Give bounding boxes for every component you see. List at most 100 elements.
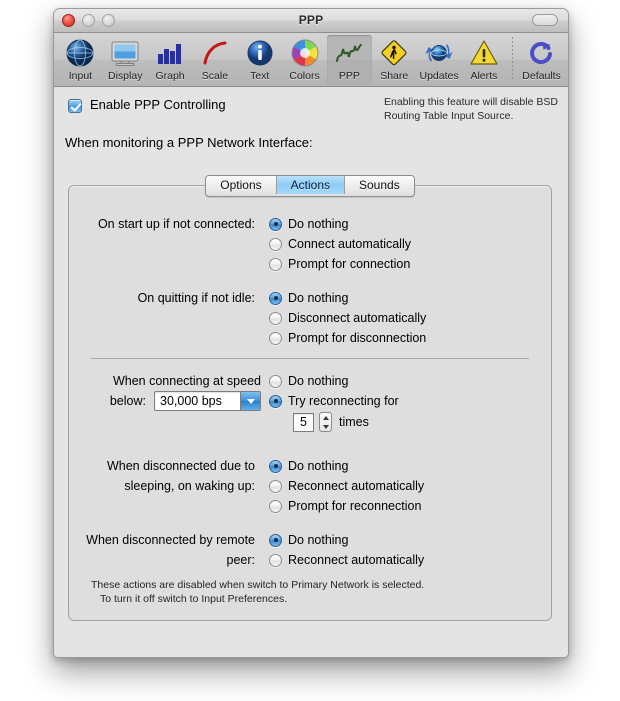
speed-threshold-value: 30,000 bps <box>160 394 222 408</box>
chevron-down-icon[interactable] <box>240 392 260 410</box>
toolbar-item-label: Share <box>380 70 409 82</box>
radio-peer-do-nothing[interactable] <box>269 533 282 547</box>
retry-count-input[interactable]: 5 <box>293 412 314 432</box>
tab-view: Options Actions Sounds On start up if no… <box>68 175 552 621</box>
toolbar-item-label: Scale <box>201 70 229 82</box>
ppp-preferences-window: PPP Input Display Graph Scale Text Color… <box>53 8 569 658</box>
radio-speed-try-reconnecting[interactable] <box>269 394 282 408</box>
retry-count-stepper[interactable] <box>319 412 332 432</box>
radio-row[interactable]: Reconnect automatically <box>269 476 424 496</box>
radio-quitting-prompt-for-disconnection[interactable] <box>269 331 282 345</box>
toolbar-item-share[interactable]: Share <box>372 35 417 85</box>
enable-ppp-checkbox[interactable] <box>68 99 82 113</box>
retry-count-row: 5 times <box>293 411 399 433</box>
toolbar-item-label: Input <box>68 70 93 82</box>
toolbar-item-graph[interactable]: Graph <box>148 35 193 85</box>
radio-row[interactable]: Reconnect automatically <box>269 550 424 570</box>
warning-triangle-icon <box>468 37 500 69</box>
toolbar-item-defaults[interactable]: Defaults <box>519 35 564 85</box>
radio-label: Reconnect automatically <box>288 553 425 567</box>
window-titlebar[interactable]: PPP <box>54 9 568 33</box>
toolbar-item-scale[interactable]: Scale <box>192 35 237 85</box>
group-remote-peer-label: When disconnected by remote peer: <box>69 530 269 570</box>
radio-quitting-do-nothing[interactable] <box>269 291 282 305</box>
toolbar-item-text[interactable]: Text <box>237 35 282 85</box>
radio-label: Do nothing <box>288 533 349 547</box>
radio-label: Do nothing <box>288 291 349 305</box>
group-connect-speed-label-line1: When connecting at speed <box>112 374 261 388</box>
times-label: times <box>339 415 369 429</box>
enable-ppp-label: Enable PPP Controlling <box>90 97 226 112</box>
radio-label: Reconnect automatically <box>288 479 425 493</box>
radio-row[interactable]: Try reconnecting for <box>269 391 399 411</box>
radio-wake-do-nothing[interactable] <box>269 459 282 473</box>
radio-label: Do nothing <box>288 374 349 388</box>
color-wheel-icon <box>289 37 321 69</box>
radio-row[interactable]: Prompt for connection <box>269 254 411 274</box>
group-connect-speed: When connecting at speed below: 30,000 b… <box>69 371 399 433</box>
group-on-quitting: On quitting if not idle: Do nothing Disc… <box>69 288 427 348</box>
radio-label: Disconnect automatically <box>288 311 427 325</box>
radio-row[interactable]: Prompt for disconnection <box>269 328 426 348</box>
toolbar-item-label: Display <box>108 70 143 82</box>
group-remote-peer-label-line1: When disconnected by remote <box>86 533 255 547</box>
feature-note-line2: Routing Table Input Source. <box>384 110 514 122</box>
section-heading: When monitoring a PPP Network Interface: <box>65 135 313 150</box>
tab-panel-actions: On start up if not connected: Do nothing… <box>68 185 552 621</box>
radio-startup-prompt-for-connection[interactable] <box>269 257 282 271</box>
radio-row[interactable]: Prompt for reconnection <box>269 496 424 516</box>
toolbar-item-ppp[interactable]: PPP <box>326 35 372 85</box>
enable-ppp-row[interactable]: Enable PPP Controlling <box>68 97 226 113</box>
toolbar-item-input[interactable]: Input <box>58 35 103 85</box>
stepper-down-icon[interactable] <box>320 422 331 431</box>
group-on-startup-options: Do nothing Connect automatically Prompt … <box>269 214 411 274</box>
squiggle-icon <box>333 37 365 69</box>
radio-peer-reconnect-automatically[interactable] <box>269 553 282 567</box>
toolbar-item-alerts[interactable]: Alerts <box>461 35 506 85</box>
radio-wake-prompt-for-reconnection[interactable] <box>269 499 282 513</box>
bar-chart-icon <box>154 37 186 69</box>
footnote-line1: These actions are disabled when switch t… <box>91 579 425 591</box>
reset-arrow-icon <box>526 37 558 69</box>
preferences-content: Enable PPP Controlling Enabling this fea… <box>54 87 568 657</box>
tab-actions[interactable]: Actions <box>276 176 345 194</box>
radio-row[interactable]: Do nothing <box>269 288 426 308</box>
toolbar-separator <box>512 37 514 79</box>
radio-row[interactable]: Do nothing <box>269 214 411 234</box>
tab-options[interactable]: Options <box>206 176 277 194</box>
radio-label: Prompt for reconnection <box>288 499 422 513</box>
toolbar: Input Display Graph Scale Text Colors PP… <box>54 33 568 87</box>
radio-row[interactable]: Do nothing <box>269 371 399 391</box>
toolbar-item-colors[interactable]: Colors <box>282 35 327 85</box>
radio-startup-do-nothing[interactable] <box>269 217 282 231</box>
toolbar-item-label: Colors <box>289 70 320 82</box>
radio-label: Do nothing <box>288 459 349 473</box>
tab-sounds[interactable]: Sounds <box>345 176 414 194</box>
radio-wake-reconnect-automatically[interactable] <box>269 479 282 493</box>
window-title: PPP <box>298 13 324 27</box>
footnote-line2: To turn it off switch to Input Preferenc… <box>100 593 288 605</box>
radio-row[interactable]: Disconnect automatically <box>269 308 426 328</box>
toolbar-item-display[interactable]: Display <box>103 35 148 85</box>
radio-label: Do nothing <box>288 217 349 231</box>
globe-icon <box>64 37 96 69</box>
toolbar-toggle-button[interactable] <box>532 14 558 26</box>
toolbar-item-updates[interactable]: Updates <box>417 35 462 85</box>
toolbar-item-label: Graph <box>155 70 185 82</box>
speed-threshold-select[interactable]: 30,000 bps <box>154 391 261 411</box>
stepper-up-icon[interactable] <box>320 413 331 422</box>
refresh-globe-icon <box>423 37 455 69</box>
radio-speed-do-nothing[interactable] <box>269 374 282 388</box>
radio-startup-connect-automatically[interactable] <box>269 237 282 251</box>
section-divider <box>91 358 529 359</box>
group-connect-speed-label: When connecting at speed below: 30,000 b… <box>69 371 269 433</box>
radio-row[interactable]: Do nothing <box>269 530 424 550</box>
group-remote-peer-label-line2: peer: <box>226 553 256 567</box>
radio-row[interactable]: Connect automatically <box>269 234 411 254</box>
tabs-container: Options Actions Sounds <box>205 175 415 197</box>
radio-label: Prompt for connection <box>288 257 411 271</box>
radio-label: Try reconnecting for <box>288 394 399 408</box>
radio-row[interactable]: Do nothing <box>269 456 424 476</box>
screen: PPP Input Display Graph Scale Text Color… <box>0 0 620 701</box>
radio-quitting-disconnect-automatically[interactable] <box>269 311 282 325</box>
